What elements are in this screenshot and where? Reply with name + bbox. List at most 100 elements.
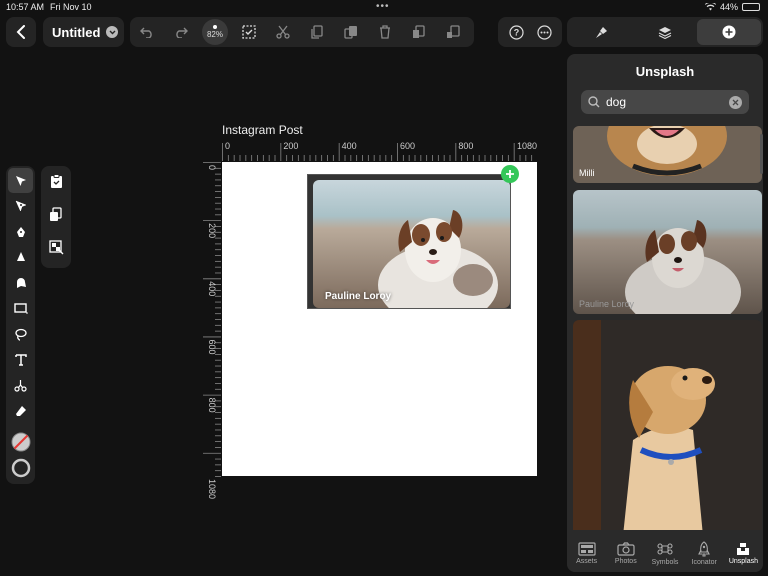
select-all-button[interactable] [232,17,266,47]
redo-button[interactable] [164,17,198,47]
zoom-dot-icon [213,25,217,29]
transform-tool[interactable] [43,234,69,260]
dog-thumbnail-image [573,126,762,183]
export-button[interactable] [436,17,470,47]
tab-assets[interactable]: Assets [567,534,606,572]
clear-search-icon[interactable] [729,95,742,109]
multitasking-dots-icon[interactable]: ••• [376,1,390,12]
scissors-tool[interactable] [8,373,33,398]
duplicate-tool[interactable] [43,201,69,227]
unsplash-panel: Unsplash Milli [567,54,763,572]
direct-select-tool[interactable] [8,194,33,219]
text-t-icon [14,353,27,366]
artboard-label[interactable]: Instagram Post [222,123,303,137]
ruler-tick-label: 800 [207,398,217,413]
tab-photos[interactable]: Photos [606,534,645,572]
delete-button[interactable] [368,17,402,47]
stroke-color-well[interactable] [8,456,33,481]
nib-icon [16,252,25,262]
battery-percent: 44% [719,2,738,12]
back-button[interactable] [6,17,36,47]
cut-button[interactable] [266,17,300,47]
eraser-tool[interactable] [8,398,33,423]
tab-library[interactable] [697,19,761,45]
scissors-icon [276,25,290,39]
paste-button[interactable] [334,17,368,47]
status-right: 44% [704,2,760,12]
chevron-left-icon [16,25,25,39]
rectangle-tool[interactable] [8,296,33,321]
status-time: 10:57 AM [6,2,45,12]
pen-tool[interactable] [8,219,33,244]
sub-tools-panel [41,166,71,268]
ruler-tick-label: 600 [207,339,217,354]
tab-label: Unsplash [728,557,758,565]
redo-icon [176,27,188,38]
result-item[interactable]: Milli [573,126,762,183]
result-item[interactable] [573,320,762,530]
lasso-icon [14,328,27,341]
tab-label: Assets [576,557,598,565]
undo-button[interactable] [130,17,164,47]
ruler-tick-label: 600 [400,141,415,151]
search-field[interactable] [581,90,749,114]
help-icon[interactable]: ? [508,24,524,40]
status-date: Fri Nov 10 [50,2,92,12]
tab-symbols[interactable]: Symbols [645,534,684,572]
select-tool[interactable] [8,168,33,193]
status-bar: 10:57 AM Fri Nov 10 ••• 44% [0,0,768,14]
duplicate-button[interactable] [402,17,436,47]
export-icon [447,25,460,38]
battery-icon [742,3,760,11]
search-results: Milli Pauline Loroy [573,126,762,530]
tab-layers[interactable] [633,19,697,45]
tools-panel [6,166,35,484]
selected-image-element[interactable]: Pauline Loroy [307,174,511,309]
result-item[interactable]: Pauline Loroy [573,190,762,314]
tab-iconator[interactable]: Iconator [685,534,724,572]
dog-photo-image: Pauline Loroy [313,180,510,308]
result-author: Milli [579,168,595,178]
tab-unsplash[interactable]: Unsplash [724,534,763,572]
paste-tool[interactable] [43,168,69,194]
arrow-pointer-icon [15,175,26,186]
layers-icon [658,26,672,39]
main-toolbar: 82% [130,17,474,47]
library-tabs: Assets Photos Symbols Iconator Unsplash [567,534,763,572]
tab-label: Iconator [691,558,717,566]
ruler-tick-label: 800 [458,141,473,151]
ruler-tick-label: 400 [342,141,357,151]
paste-icon [344,26,357,39]
tab-style[interactable] [569,19,633,45]
duplicate-icon [413,25,425,38]
add-to-canvas-button[interactable] [501,165,519,183]
text-tool[interactable] [8,347,33,372]
image-author-caption: Pauline Loroy [325,291,392,302]
vector-brush-tool[interactable] [8,245,33,270]
document-title-menu[interactable]: Untitled [43,17,124,47]
more-icon[interactable] [536,24,552,40]
help-panel: ? [498,17,562,47]
ruler-tick-label: 0 [225,141,230,151]
copy-icon [311,25,323,39]
select-check-icon [242,25,256,39]
vertical-ruler: 0 200 400 600 800 1080 [203,162,221,499]
clipboard-icon [50,173,62,188]
results-scrollbar[interactable] [760,134,763,174]
fill-color-well[interactable] [8,430,33,455]
search-input[interactable] [606,95,723,109]
puppy-thumbnail-image [573,320,762,530]
tab-label: Symbols [651,558,679,566]
ruler-tick-label: 400 [207,281,217,296]
copy-button[interactable] [300,17,334,47]
lasso-tool[interactable] [8,322,33,347]
zoom-control[interactable]: 82% [202,19,228,45]
copy-docs-icon [50,206,62,221]
plus-icon [506,170,514,178]
wifi-icon [704,3,716,11]
plus-circle-icon [722,25,736,39]
blob-icon [16,277,26,288]
panel-title: Unsplash [635,64,695,79]
search-icon [588,96,600,108]
shape-builder-tool[interactable] [8,270,33,295]
